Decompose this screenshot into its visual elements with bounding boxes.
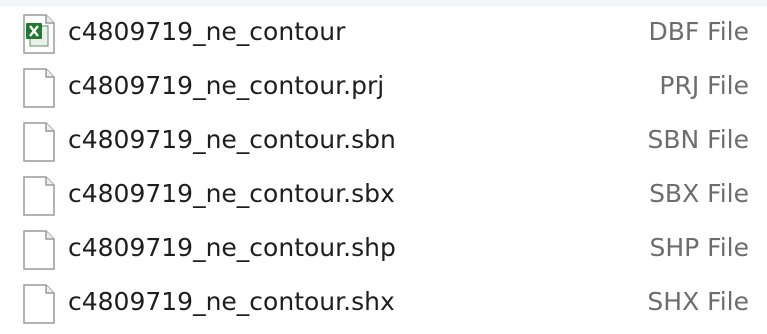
list-item[interactable]: c4809719_ne_contour DBF File [0, 5, 767, 59]
file-name: c4809719_ne_contour.shp [68, 233, 396, 262]
list-item[interactable]: c4809719_ne_contour.shp SHP File [0, 221, 767, 275]
excel-file-icon [22, 14, 56, 54]
blank-file-icon [22, 122, 56, 162]
file-name: c4809719_ne_contour.shx [68, 287, 395, 316]
list-item[interactable]: c4809719_ne_contour.shx SHX File [0, 275, 767, 329]
file-type: SBN File [647, 125, 749, 154]
blank-file-icon [22, 284, 56, 324]
file-name: c4809719_ne_contour.prj [68, 71, 385, 100]
list-item[interactable]: c4809719_ne_contour.sbx SBX File [0, 167, 767, 221]
list-item[interactable]: c4809719_ne_contour.sbn SBN File [0, 113, 767, 167]
blank-file-icon [22, 176, 56, 216]
file-list: c4809719_ne_contour DBF File c4809719_ne… [0, 0, 767, 334]
file-type: SHX File [647, 287, 749, 316]
list-item[interactable]: c4809719_ne_contour.prj PRJ File [0, 59, 767, 113]
file-type: PRJ File [659, 71, 749, 100]
file-type: SHP File [649, 233, 749, 262]
file-type: SBX File [649, 179, 749, 208]
file-name: c4809719_ne_contour [68, 17, 346, 46]
file-name: c4809719_ne_contour.sbx [68, 179, 395, 208]
file-type: DBF File [648, 17, 749, 46]
blank-file-icon [22, 68, 56, 108]
file-name: c4809719_ne_contour.sbn [68, 125, 396, 154]
blank-file-icon [22, 230, 56, 270]
